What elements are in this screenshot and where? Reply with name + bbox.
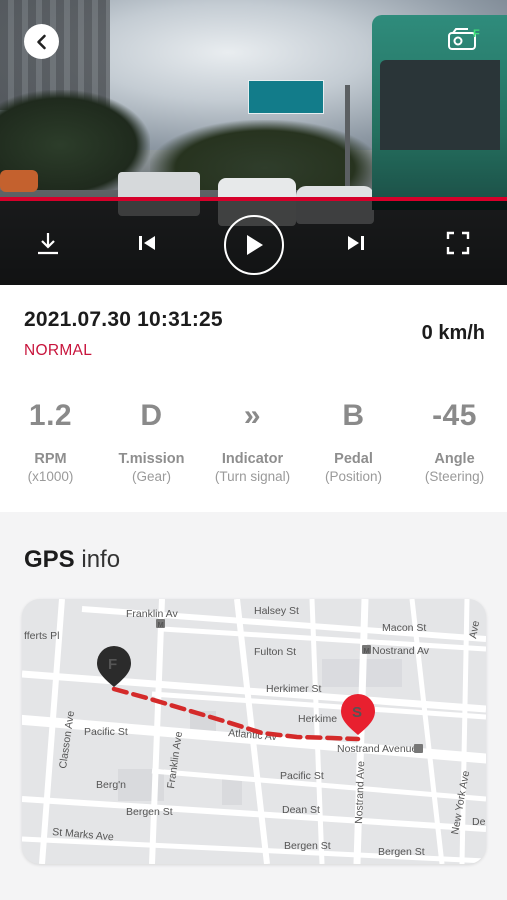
metric-label: Indicator [221,451,284,467]
metric-label: Angle [434,451,475,467]
camera-badge: F [473,28,480,40]
play-icon [247,235,263,255]
fullscreen-icon [446,231,470,255]
metric-unit: (Gear) [131,469,171,484]
start-marker-label: S [352,704,362,721]
gps-section: GPS info Franklin Av Halsey St Macon St … [0,512,507,900]
street-label: Nostrand Ave [353,761,367,824]
gps-section-title: GPS info [24,546,120,574]
street-label: Dean St [282,804,320,816]
street-label: Franklin Av [126,608,178,620]
street-label: Nostrand Avenue [337,743,418,755]
street-label: Nostrand Av [372,645,430,657]
map-block [222,779,242,805]
metric-label: RPM [34,451,67,467]
metric-value: -45 [432,399,477,432]
speed-readout: 0 km/h [421,322,485,344]
download-icon [38,233,58,255]
street-label: Bergen St [284,840,331,852]
video-frame-car [0,170,38,192]
street-label: Bergen St [126,806,173,818]
metric-indicator: » Indicator (Turn signal) [202,395,303,484]
street-label: Pacific St [84,726,128,738]
video-player[interactable]: F [0,0,507,285]
street-label: Berg'n [96,779,126,791]
previous-button[interactable] [127,223,167,263]
street-label: Herkimer St [266,683,322,695]
street-label: Herkime [298,713,337,725]
finish-marker-label: F [108,656,117,673]
download-button[interactable] [28,223,68,263]
gps-title-rest: info [74,546,121,573]
fullscreen-button[interactable] [438,223,478,263]
video-frame-pole [345,85,350,195]
playback-controls [0,201,507,285]
metric-label: T.mission [118,451,185,467]
street-label: Pacific St [280,770,324,782]
recording-datetime: 2021.07.30 10:31:25 [24,308,223,331]
event-type-label: NORMAL [24,342,93,359]
metro-station-icon-glyph: M [364,646,370,655]
street-label: Halsey St [254,605,299,617]
vehicle-metrics: 1.2 RPM (x1000) D T.mission (Gear) » Ind… [0,395,507,495]
street-label: De [472,816,486,828]
next-button[interactable] [336,223,376,263]
play-button[interactable] [224,215,284,275]
metric-unit: (x1000) [27,469,74,484]
metro-station-icon-glyph: M [158,620,164,629]
metric-value: » [243,399,262,432]
metric-value: 1.2 [28,399,73,432]
back-arrow-icon [36,34,46,49]
metric-angle: -45 Angle (Steering) [404,395,505,484]
metric-rpm: 1.2 RPM (x1000) [0,395,101,484]
rail-station-icon [414,744,423,753]
metric-unit: (Turn signal) [214,469,291,484]
metric-value: D [140,399,163,432]
video-frame-road-sign [248,80,324,114]
street-label: Fulton St [254,646,296,658]
gps-map[interactable]: Franklin Av Halsey St Macon St fferts Pl… [22,599,486,864]
map-canvas[interactable]: Franklin Av Halsey St Macon St fferts Pl… [22,599,486,864]
skip-next-icon [348,236,364,250]
gps-title-bold: GPS [24,546,75,573]
metric-value: B [342,399,365,432]
metric-unit: (Steering) [424,469,485,484]
street-label: Bergen St [378,846,425,858]
metric-label: Pedal [334,451,373,467]
street-label: fferts Pl [24,630,59,642]
skip-previous-icon [139,236,155,250]
metric-transmission: D T.mission (Gear) [101,395,202,484]
front-camera-icon: F [448,28,480,50]
video-frame-bus-window [380,60,500,150]
camera-switch-button[interactable]: F [446,24,484,54]
street-label: Macon St [382,622,426,634]
trip-summary: 2021.07.30 10:31:25 NORMAL 0 km/h 1.2 RP… [0,285,507,507]
metric-pedal: B Pedal (Position) [303,395,404,484]
metric-unit: (Position) [324,469,383,484]
back-button[interactable] [24,24,59,59]
